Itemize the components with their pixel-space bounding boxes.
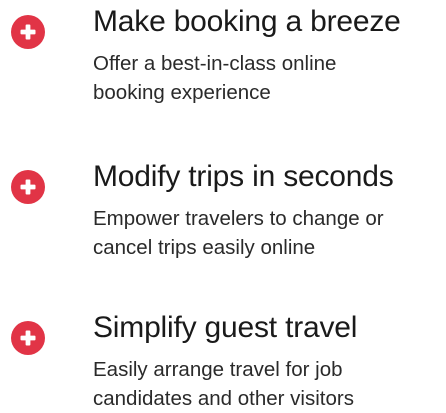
- feature-title: Modify trips in seconds: [93, 160, 394, 193]
- feature-title: Make booking a breeze: [93, 5, 401, 38]
- plus-circle-icon[interactable]: [11, 321, 45, 355]
- feature-description: Easily arrange travel for job candidates…: [93, 355, 443, 413]
- feature-description-line: candidates and other visitors: [93, 387, 354, 410]
- feature-description: Empower travelers to change or cancel tr…: [93, 204, 443, 262]
- feature-description-line: Offer a best-in-class online: [93, 52, 337, 75]
- feature-description-line: booking experience: [93, 81, 271, 104]
- feature-list: Make booking a breeze Offer a best-in-cl…: [0, 0, 446, 410]
- feature-description-line: cancel trips easily online: [93, 236, 316, 259]
- feature-description-line: Empower travelers to change or: [93, 207, 384, 230]
- feature-description: Offer a best-in-class online booking exp…: [93, 49, 443, 107]
- feature-description-line: Easily arrange travel for job: [93, 358, 343, 381]
- plus-circle-icon[interactable]: [11, 170, 45, 204]
- feature-title: Simplify guest travel: [93, 311, 358, 344]
- plus-circle-icon[interactable]: [11, 15, 45, 49]
